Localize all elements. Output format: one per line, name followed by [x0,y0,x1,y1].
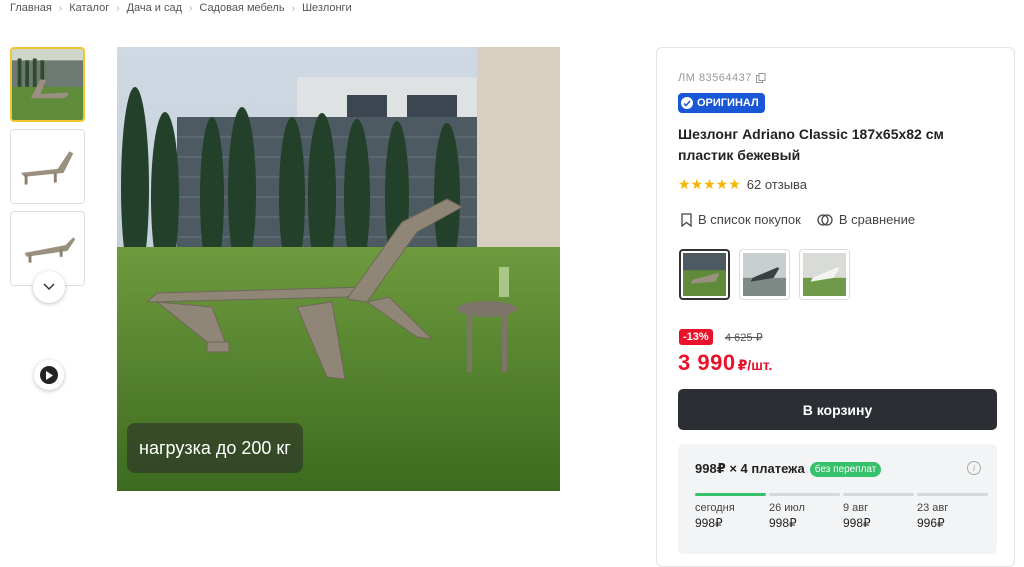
installment-item: 9 авг 998₽ [843,502,917,530]
installment-date: сегодня [695,502,735,514]
video-play-button[interactable] [34,360,64,390]
lounger-side-thumb-image [11,130,84,203]
lounger-garden-thumb-image [12,49,83,120]
product-card: ЛМ 83564437 ОРИГИНАЛ Шезлонг Adriano Cla… [656,47,1015,567]
thumbnail-2[interactable] [10,129,85,204]
copy-icon[interactable] [755,73,766,83]
chevron-right-icon: › [58,2,63,14]
installment-bar [769,493,840,496]
main-product-image[interactable]: нагрузка до 200 кг [117,47,560,491]
variant-beige[interactable] [679,249,730,300]
chevron-right-icon: › [116,2,120,14]
beige-lounger-variant-image [683,253,726,296]
installment-item: 23 авг 996₽ [917,502,991,530]
breadcrumb-dacha[interactable]: Дача и сад [127,2,182,14]
installments-progress [695,493,991,496]
installment-date: 26 июл [769,502,805,514]
installment-amount: 998₽ [695,516,723,530]
breadcrumb-garden-furniture[interactable]: Садовая мебель [199,2,284,14]
installments-schedule: сегодня 998₽ 26 июл 998₽ 9 авг 998₽ 23 а… [695,502,991,530]
add-to-compare-button[interactable]: В сравнение [817,212,915,227]
product-actions: В список покупок В сравнение [681,212,931,227]
price-value: 3 990 [678,350,736,375]
color-variants [679,249,859,300]
installments-header: 998₽ × 4 платежа без переплат [695,461,882,477]
original-badge: ОРИГИНАЛ [678,93,765,113]
product-title: Шезлонг Adriano Classic 187x65x82 см пла… [678,126,944,163]
add-to-shopping-list-button[interactable]: В список покупок [681,212,801,227]
variant-white[interactable] [799,249,850,300]
check-icon [681,97,693,109]
article-number: ЛМ 83564437 [678,72,766,84]
installment-bar [843,493,914,496]
rating[interactable]: ★★★★★ 62 отзыва [678,176,807,193]
breadcrumb-loungers[interactable]: Шезлонги [302,2,352,14]
thumbnail-1[interactable] [10,47,85,122]
installments-title: 998₽ × 4 платежа [695,461,805,476]
old-price: 4 625 ₽ [725,332,763,344]
reviews-count[interactable]: 62 отзыва [747,177,807,192]
installment-bar [917,493,988,496]
article-text: ЛМ 83564437 [678,72,752,84]
thumbnail-list [10,47,87,293]
play-icon [40,366,58,384]
thumbnails-scroll-down-button[interactable] [33,271,65,303]
bookmark-icon [681,212,692,227]
graphite-lounger-variant-image [743,253,786,296]
installment-bar [695,493,766,496]
white-lounger-variant-image [803,253,846,296]
no-overpay-badge: без переплат [809,461,882,477]
breadcrumb-home[interactable]: Главная [10,2,52,14]
breadcrumb-catalog[interactable]: Каталог [69,2,109,14]
original-badge-label: ОРИГИНАЛ [697,97,759,109]
installment-date: 23 авг [917,502,949,514]
installment-date: 9 авг [843,502,869,514]
chevron-right-icon: › [189,2,193,14]
breadcrumb: Главная › Каталог › Дача и сад › Садовая… [10,1,352,15]
installment-item: сегодня 998₽ [695,502,769,530]
installment-amount: 998₽ [769,516,797,530]
compare-label: В сравнение [838,212,916,227]
installment-item: 26 июл 998₽ [769,502,843,530]
price-unit: ₽/шт. [737,357,773,373]
installments-block[interactable]: 998₽ × 4 платежа без переплат i сегодня … [678,444,997,554]
compare-icon [817,213,833,226]
info-icon[interactable]: i [967,461,981,475]
variant-graphite[interactable] [739,249,790,300]
current-price: 3 990 ₽/шт. [678,350,772,376]
chevron-right-icon: › [291,2,295,14]
installment-amount: 998₽ [843,516,871,530]
discount-badge: -13% [679,329,713,345]
add-to-cart-button[interactable]: В корзину [678,389,997,430]
chevron-down-icon [43,283,55,291]
installment-amount: 996₽ [917,516,945,530]
load-capacity-badge: нагрузка до 200 кг [127,423,303,473]
star-rating-icon: ★★★★★ [678,176,741,192]
shopping-list-label: В список покупок [698,212,801,227]
